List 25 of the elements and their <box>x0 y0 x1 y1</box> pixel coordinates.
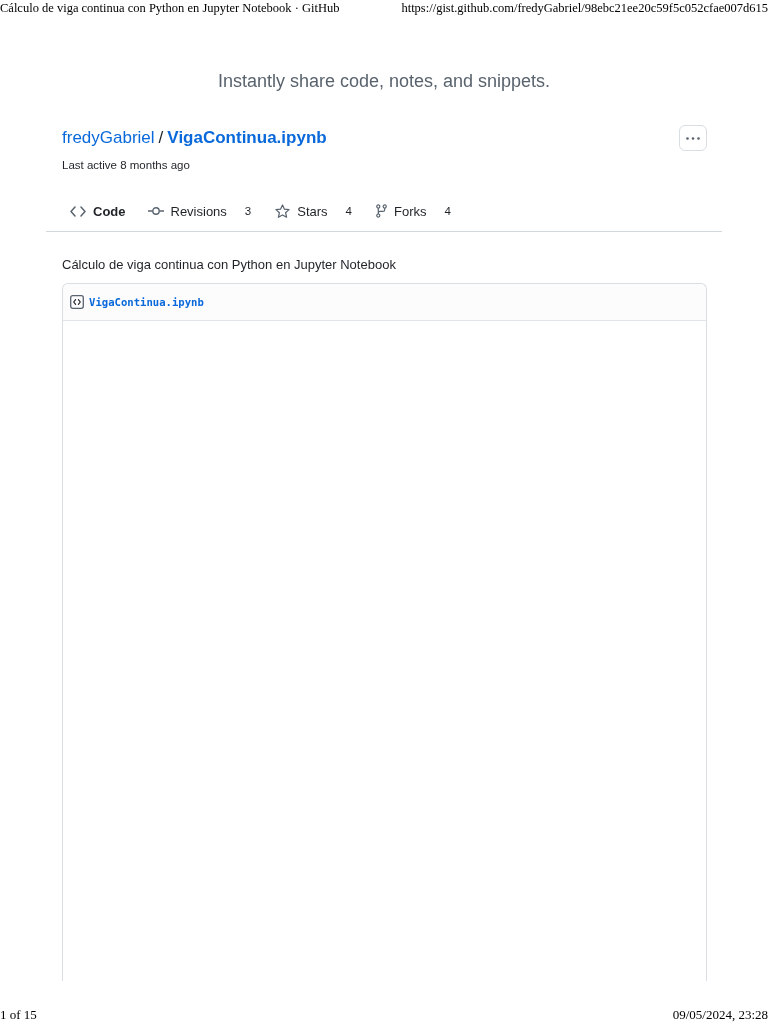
path-separator: / <box>158 128 164 147</box>
page-title: Cálculo de viga continua con Python en Jupyter Notebook · GitHub <box>0 0 340 16</box>
tab[interactable]: Revisions 3 <box>139 195 262 227</box>
tab[interactable]: Code <box>62 195 134 227</box>
tab[interactable]: Forks 4 <box>368 195 461 227</box>
code-square-icon <box>70 295 84 309</box>
tab-counter: 4 <box>443 205 452 217</box>
tab-counter: 4 <box>344 205 353 217</box>
tab[interactable]: Stars 4 <box>267 195 362 227</box>
commit-icon <box>147 207 164 215</box>
ellipsis-icon <box>686 136 700 140</box>
page-url: https://gist.github.com/fredyGabriel/98ebc21ee20c59f5c052cfae007d615 <box>401 0 768 16</box>
more-options-button[interactable] <box>679 125 707 151</box>
owner-link[interactable]: fredyGabriel <box>62 128 155 147</box>
file-name-link[interactable]: VigaContinua.ipynb <box>89 296 204 308</box>
fork-icon <box>376 204 387 218</box>
page-number: 1 of 15 <box>0 1007 37 1023</box>
last-active-text: Last active 8 months ago <box>62 158 191 173</box>
gist-name-link[interactable]: VigaContinua.ipynb <box>167 128 327 147</box>
gist-description: Cálculo de viga continua con Python en Jupyter Notebook <box>62 256 397 274</box>
tab-counter: 3 <box>243 205 253 217</box>
print-date: 09/05/2024, 23:28 <box>672 1007 768 1023</box>
star-icon <box>275 204 291 218</box>
code-icon <box>70 205 86 217</box>
tagline: Instantly share code, notes, and snippets. <box>216 70 552 92</box>
